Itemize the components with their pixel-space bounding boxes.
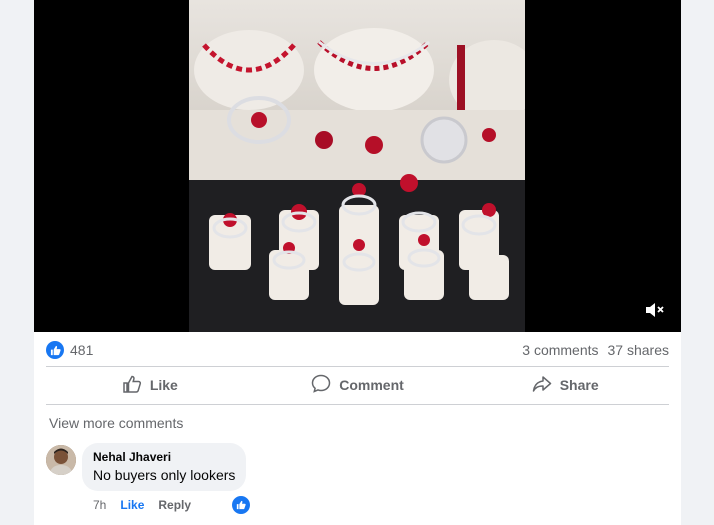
post-card: 481 3 comments 37 shares Like Comment Sh… xyxy=(34,0,681,525)
comment-reply-link[interactable]: Reply xyxy=(158,498,191,512)
comments-count-link[interactable]: 3 comments xyxy=(522,342,598,358)
comment-author[interactable]: Nehal Jhaveri xyxy=(93,450,235,464)
mute-icon xyxy=(645,301,665,324)
post-actions: Like Comment Share xyxy=(46,368,669,402)
jewelry-display-image xyxy=(189,28,525,332)
comment-button-label: Comment xyxy=(339,377,404,393)
video-player[interactable] xyxy=(34,0,681,332)
divider xyxy=(46,366,669,367)
like-reaction-icon[interactable] xyxy=(46,341,64,359)
avatar[interactable] xyxy=(46,445,76,475)
comment-timestamp[interactable]: 7h xyxy=(93,498,106,512)
thumbs-up-icon xyxy=(122,375,142,396)
post-stats: 481 3 comments 37 shares xyxy=(46,336,669,364)
comment-like-reaction-icon[interactable] xyxy=(230,494,252,516)
comment-text: No buyers only lookers xyxy=(93,467,236,483)
reactions-count[interactable]: 481 xyxy=(70,342,93,358)
view-more-comments-link[interactable]: View more comments xyxy=(49,415,183,431)
comment-button[interactable]: Comment xyxy=(254,368,462,402)
comment-meta: 7h Like Reply xyxy=(93,498,191,512)
divider xyxy=(46,404,669,405)
share-button[interactable]: Share xyxy=(461,368,669,402)
share-icon xyxy=(532,375,552,396)
mute-button[interactable] xyxy=(643,300,667,324)
shares-count-link[interactable]: 37 shares xyxy=(608,342,669,358)
video-frame[interactable] xyxy=(189,0,525,332)
comment-icon xyxy=(311,374,331,396)
comment-like-link[interactable]: Like xyxy=(120,498,144,512)
comment-bubble: Nehal Jhaveri No buyers only lookers xyxy=(82,443,247,491)
like-button[interactable]: Like xyxy=(46,368,254,402)
like-button-label: Like xyxy=(149,377,178,393)
share-button-label: Share xyxy=(559,377,599,393)
